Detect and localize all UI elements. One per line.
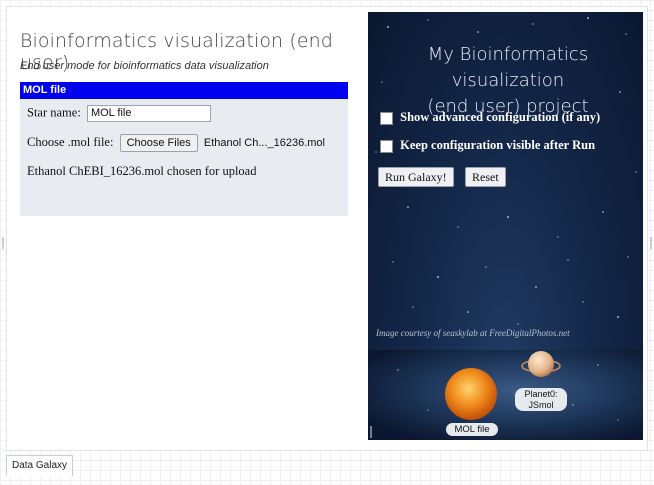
- left-pane: Bioinformatics visualization (end user) …: [12, 12, 352, 232]
- planet-label-line1: Planet0:: [524, 389, 558, 399]
- galaxy-pane: My Bioinformatics visualization (end use…: [368, 12, 643, 440]
- choose-file-row: Choose .mol file: Choose Files Ethanol C…: [27, 134, 325, 152]
- advanced-config-label: Show advanced configuration (if any): [400, 110, 601, 124]
- star-name-row: Star name: MOL file: [27, 105, 211, 122]
- right-resize-handle[interactable]: [650, 237, 652, 249]
- star-name-label: Star name:: [27, 105, 81, 120]
- choose-files-button[interactable]: Choose Files: [119, 134, 198, 152]
- mol-file-card: MOL file Star name: MOL file Choose .mol…: [20, 82, 348, 216]
- galaxy-visualization[interactable]: MOL file Planet0: JSmol: [368, 350, 643, 440]
- upload-status: Ethanol ChEBI_16236.mol chosen for uploa…: [27, 164, 257, 178]
- run-galaxy-button[interactable]: Run Galaxy!: [378, 167, 454, 187]
- image-credit: Image courtesy of seaskylab at FreeDigit…: [376, 328, 570, 338]
- project-title: My Bioinformatics visualization (end use…: [378, 42, 638, 120]
- star-node-label[interactable]: MOL file: [446, 423, 498, 436]
- advanced-config-option[interactable]: Show advanced configuration (if any): [380, 110, 600, 125]
- keep-visible-label: Keep configuration visible after Run: [400, 138, 596, 152]
- advanced-config-checkbox[interactable]: [380, 111, 393, 125]
- project-title-line1: My Bioinformatics visualization: [427, 44, 589, 91]
- planet-label-line2: JSmol: [528, 400, 554, 410]
- choose-file-label: Choose .mol file:: [27, 134, 114, 149]
- star-node-sun: [445, 368, 497, 420]
- chosen-file-name: Ethanol Ch..._16236.mol: [203, 137, 325, 149]
- keep-visible-checkbox[interactable]: [380, 139, 393, 153]
- planet-node: [528, 351, 554, 377]
- planet-node-label[interactable]: Planet0: JSmol: [515, 388, 567, 411]
- page-subtitle: End user mode for bioinformatics data vi…: [20, 60, 269, 72]
- reset-button[interactable]: Reset: [465, 167, 506, 187]
- tab-data-galaxy[interactable]: Data Galaxy: [6, 455, 74, 476]
- mol-card-header: MOL file: [20, 82, 348, 99]
- star-name-input[interactable]: MOL file: [86, 105, 211, 122]
- left-resize-handle[interactable]: [2, 237, 4, 249]
- galaxy-canvas[interactable]: [368, 350, 643, 440]
- keep-visible-option[interactable]: Keep configuration visible after Run: [380, 138, 595, 153]
